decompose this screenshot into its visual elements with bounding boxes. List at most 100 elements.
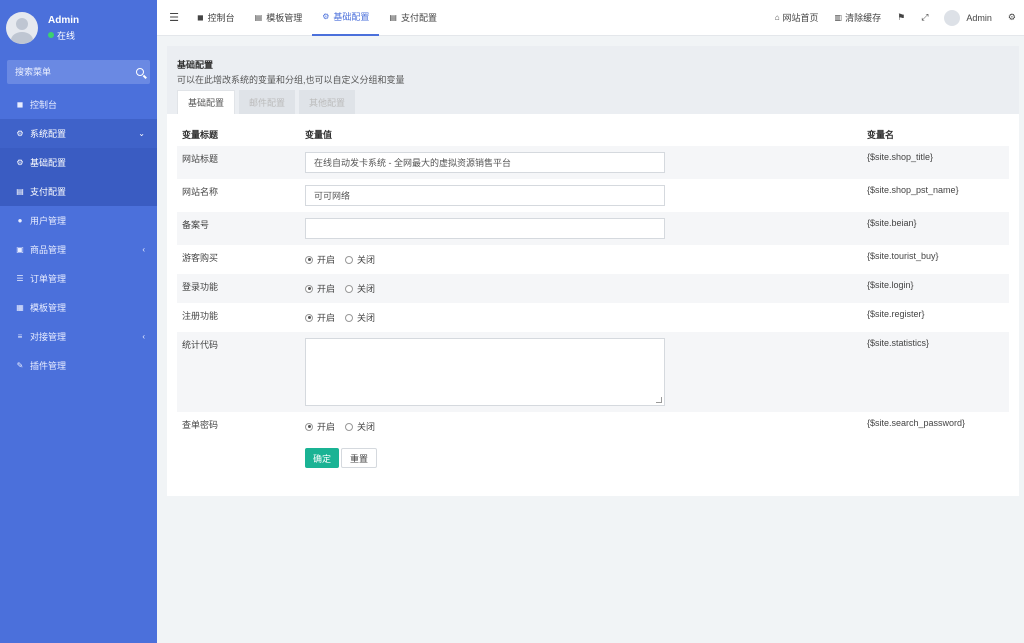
user-menu[interactable]: Admin — [936, 9, 1000, 26]
table-row: 网站标题 在线自动发卡系统 - 全网最大的虚拟资源销售平台 {$site.sho… — [177, 146, 1009, 179]
online-dot-icon — [48, 32, 54, 38]
sidebar-item-label: 系统配置 — [30, 129, 67, 139]
table-header-row: 变量标题 变量值 变量名 — [177, 122, 1009, 146]
sidebar-item-label: 模板管理 — [30, 303, 67, 313]
flag-icon: ⚑ — [897, 12, 906, 22]
avatar — [944, 9, 961, 26]
row-var: {$site.beian} — [862, 212, 1009, 245]
radio-off[interactable] — [345, 422, 354, 431]
home-icon: ⌂ — [774, 13, 780, 22]
radio-on[interactable] — [305, 422, 313, 431]
radio-off[interactable] — [345, 284, 354, 293]
dashboard-icon: ◼ — [16, 100, 24, 109]
gear-icon: ⚙ — [16, 158, 24, 167]
menu-toggle-icon[interactable]: ☰ — [161, 11, 187, 24]
row-label: 网站名称 — [182, 187, 219, 197]
tab-basic[interactable]: 基础配置 — [177, 90, 236, 114]
site-title-input[interactable]: 在线自动发卡系统 - 全网最大的虚拟资源销售平台 — [305, 152, 665, 173]
row-label: 统计代码 — [177, 332, 300, 412]
user-menu-label: Admin — [966, 12, 992, 23]
row-label: 查单密码 — [182, 420, 219, 430]
tab-dashboard[interactable]: ◼ 控制台 — [187, 0, 245, 36]
gear-icon: ⚙ — [1007, 12, 1016, 22]
reset-button[interactable]: 重置 — [341, 448, 378, 468]
tab-basic-config[interactable]: ⚙ 基础配置 — [312, 0, 380, 36]
radio-off-label: 关闭 — [357, 255, 376, 265]
sidebar-item-basic-config[interactable]: ⚙ 基础配置 — [0, 148, 157, 177]
user-info: Admin 在线 — [48, 15, 79, 42]
column-header-name: 变量名 — [867, 129, 895, 140]
sidebar: Admin 在线 ◼ 控制台 ⚙ 系统配置 ⌄ ⚙ 基础配置 ▤ 支付配置 — [0, 0, 157, 643]
sidebar-item-products[interactable]: ▣ 商品管理 ‹ — [0, 235, 157, 264]
trash-icon: ▥ — [834, 13, 843, 22]
sidebar-item-payment-config[interactable]: ▤ 支付配置 — [0, 177, 157, 206]
dashboard-icon: ◼ — [197, 13, 204, 22]
tab-other[interactable]: 其他配置 — [299, 90, 356, 114]
radio-off[interactable] — [345, 255, 354, 264]
table-row: 注册功能 开启 关闭 {$site.register} — [177, 303, 1009, 332]
table-row: 登录功能 开启 关闭 {$site.login} — [177, 274, 1009, 303]
sidebar-item-users[interactable]: ● 用户管理 — [0, 206, 157, 235]
row-label: 网站标题 — [177, 146, 300, 179]
card-icon: ▤ — [16, 187, 24, 196]
sidebar-item-label: 对接管理 — [30, 332, 67, 342]
settings-button[interactable]: ⚙ — [1000, 12, 1024, 23]
sidebar-item-label: 用户管理 — [30, 216, 67, 226]
button-row: 确定 重置 — [177, 440, 1009, 470]
list-icon: ☰ — [16, 274, 24, 283]
tab-label: 基础配置 — [333, 12, 370, 22]
sidebar-item-dashboard[interactable]: ◼ 控制台 — [0, 90, 157, 119]
sidebar-item-plugins[interactable]: ✎ 插件管理 — [0, 351, 157, 380]
clear-cache-link[interactable]: ▥ 清除缓存 — [827, 11, 890, 24]
row-var: {$site.register} — [867, 309, 925, 319]
user-name: Admin — [48, 14, 80, 26]
user-status: 在线 — [48, 29, 79, 42]
beian-input[interactable] — [305, 218, 665, 239]
site-name-input[interactable]: 可可网络 — [305, 185, 665, 206]
fullscreen-button[interactable]: ⤢ — [913, 12, 936, 23]
table-row: 备案号 {$site.beian} — [177, 212, 1009, 245]
row-var: {$site.shop_pst_name} — [867, 185, 959, 195]
sidebar-item-templates[interactable]: ▦ 模板管理 — [0, 293, 157, 322]
radio-on[interactable] — [305, 284, 313, 293]
radio-on[interactable] — [305, 313, 313, 322]
table-row: 网站名称 可可网络 {$site.shop_pst_name} — [177, 179, 1009, 212]
gear-icon: ⚙ — [16, 129, 24, 138]
row-label: 登录功能 — [177, 274, 300, 303]
menu-search-input[interactable] — [15, 67, 115, 77]
column-header-value: 变量值 — [305, 129, 333, 140]
sidebar-item-label: 订单管理 — [30, 274, 67, 284]
tab-templates[interactable]: ▤ 模板管理 — [245, 0, 313, 36]
radio-on[interactable] — [305, 255, 313, 264]
avatar[interactable] — [6, 12, 38, 44]
radio-on-label: 开启 — [317, 284, 336, 294]
tab-label: 模板管理 — [266, 13, 303, 23]
config-table: 变量标题 变量值 变量名 网站标题 在线自动发卡系统 - 全网最大的虚拟资源销售… — [177, 122, 1009, 470]
radio-off[interactable] — [345, 313, 354, 322]
column-header-title: 变量标题 — [182, 129, 219, 140]
config-tabs: 基础配置 邮件配置 其他配置 — [167, 88, 1019, 114]
sidebar-item-orders[interactable]: ☰ 订单管理 — [0, 264, 157, 293]
topbar-right: ⌂ 网站首页 ▥ 清除缓存 ⚑ ⤢ Admin ⚙ — [767, 0, 1024, 36]
sidebar-item-label: 商品管理 — [30, 245, 67, 255]
sidebar-item-label: 基础配置 — [30, 158, 67, 168]
menu-search — [7, 60, 150, 84]
row-label: 注册功能 — [182, 311, 219, 321]
home-link[interactable]: ⌂ 网站首页 — [767, 11, 827, 24]
row-var: {$site.statistics} — [862, 332, 1009, 412]
tab-payment-config[interactable]: ▤ 支付配置 — [379, 0, 447, 36]
tab-label: 控制台 — [207, 13, 235, 23]
sidebar-item-integration[interactable]: ≡ 对接管理 ‹ — [0, 322, 157, 351]
search-icon[interactable] — [136, 68, 144, 76]
statistics-code-textarea[interactable] — [305, 338, 665, 406]
language-button[interactable]: ⚑ — [889, 12, 913, 23]
submit-button[interactable]: 确定 — [305, 448, 340, 468]
tab-email[interactable]: 邮件配置 — [239, 90, 296, 114]
chevron-left-icon: ‹ — [142, 332, 145, 341]
sidebar-item-system-config[interactable]: ⚙ 系统配置 ⌄ — [0, 119, 157, 148]
card-header: 基础配置 可以在此增改系统的变量和分组,也可以自定义分组和变量 — [167, 46, 1019, 88]
home-link-label: 网站首页 — [782, 13, 819, 23]
sidebar-item-label: 控制台 — [30, 100, 58, 110]
sidebar-menu: ◼ 控制台 ⚙ 系统配置 ⌄ ⚙ 基础配置 ▤ 支付配置 ● 用户管理 ▣ 商品… — [0, 90, 157, 380]
fullscreen-icon: ⤢ — [921, 12, 929, 22]
